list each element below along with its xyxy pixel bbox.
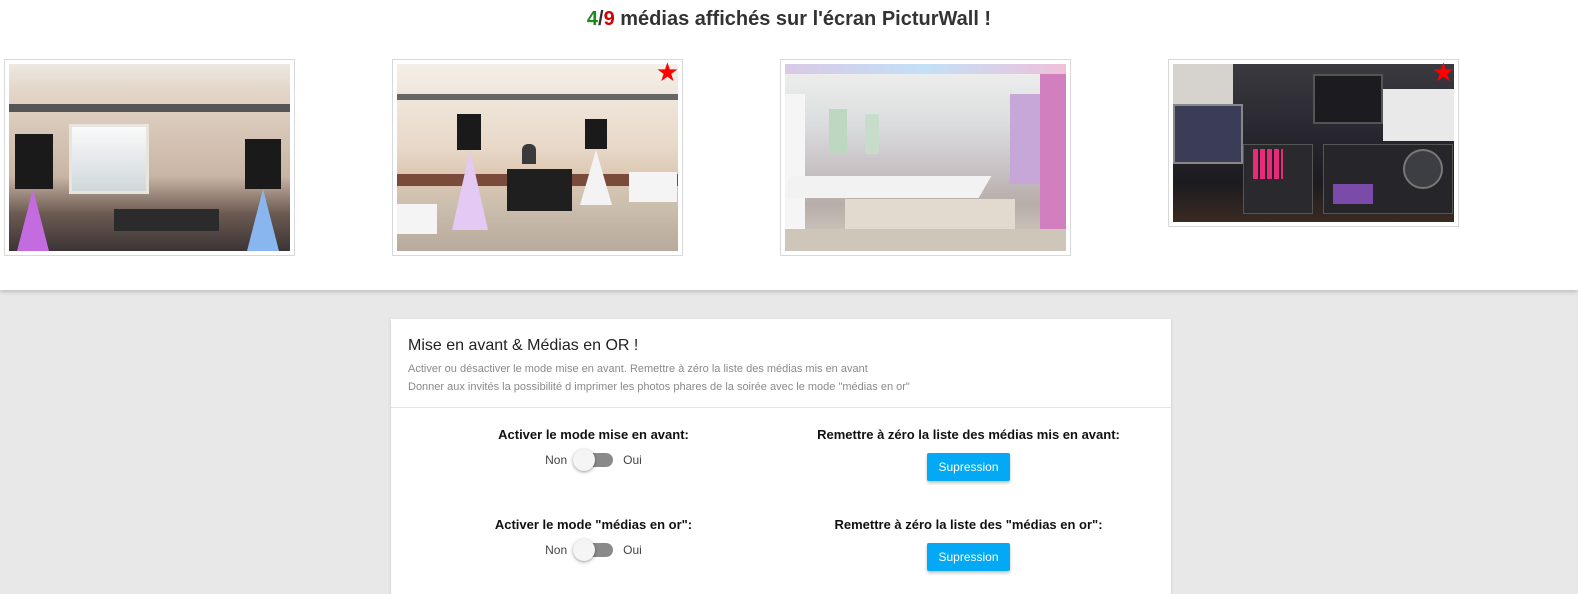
gold-mode-setting: Activer le mode "médias en or": Non Oui xyxy=(401,517,786,561)
card-subtitle-line-1: Activer ou désactiver le mode mise en av… xyxy=(408,363,868,375)
toggle-off-label: Non xyxy=(545,453,568,467)
highlight-reset-button[interactable]: Supression xyxy=(927,453,1010,481)
media-photo xyxy=(397,64,678,251)
total-count: 9 xyxy=(603,8,615,30)
media-photo xyxy=(1173,64,1454,222)
shown-count: 4 xyxy=(586,8,599,30)
gold-reset-setting: Remettre à zéro la liste des "médias en … xyxy=(776,517,1161,571)
highlight-reset-setting: Remettre à zéro la liste des médias mis … xyxy=(776,427,1161,481)
highlight-star-icon[interactable]: ★ xyxy=(1432,60,1455,86)
highlight-settings-card: Mise en avant & Médias en OR ! Activer o… xyxy=(391,319,1171,594)
card-subtitle-line-2: Donner aux invités la possibilité d impr… xyxy=(408,381,910,393)
media-thumbnail[interactable]: ★ xyxy=(1168,59,1459,227)
media-thumbnail[interactable] xyxy=(780,59,1071,256)
highlight-mode-switch[interactable] xyxy=(573,449,614,471)
gold-reset-button[interactable]: Supression xyxy=(927,543,1010,571)
highlight-mode-label: Activer le mode mise en avant: xyxy=(498,427,689,442)
gold-mode-switch[interactable] xyxy=(573,539,614,561)
media-photo xyxy=(9,64,290,251)
media-thumbnail[interactable] xyxy=(4,59,295,256)
card-title: Mise en avant & Médias en OR ! xyxy=(408,337,639,354)
heading-text: médias affichés sur l'écran PicturWall ! xyxy=(614,8,992,30)
media-thumbnail[interactable]: ★ xyxy=(392,59,683,256)
gold-reset-label: Remettre à zéro la liste des "médias en … xyxy=(834,517,1103,532)
switch-knob xyxy=(573,539,596,561)
media-strip: 4/9 médias affichés sur l'écran PicturWa… xyxy=(0,0,1578,290)
gold-mode-label: Activer le mode "médias en or": xyxy=(494,517,693,532)
toggle-off-label: Non xyxy=(545,543,568,557)
highlight-star-icon[interactable]: ★ xyxy=(656,60,679,86)
toggle-on-label: Oui xyxy=(623,453,642,467)
switch-knob xyxy=(573,449,596,471)
media-count-heading: 4/9 médias affichés sur l'écran PicturWa… xyxy=(0,8,1578,31)
highlight-mode-setting: Activer le mode mise en avant: Non Oui xyxy=(401,427,786,471)
media-photo xyxy=(785,64,1066,251)
card-header: Mise en avant & Médias en OR ! Activer o… xyxy=(391,319,1171,408)
highlight-reset-label: Remettre à zéro la liste des médias mis … xyxy=(817,427,1120,442)
toggle-on-label: Oui xyxy=(623,543,642,557)
highlight-mode-toggle-row: Non Oui xyxy=(401,449,786,471)
gold-mode-toggle-row: Non Oui xyxy=(401,539,786,561)
